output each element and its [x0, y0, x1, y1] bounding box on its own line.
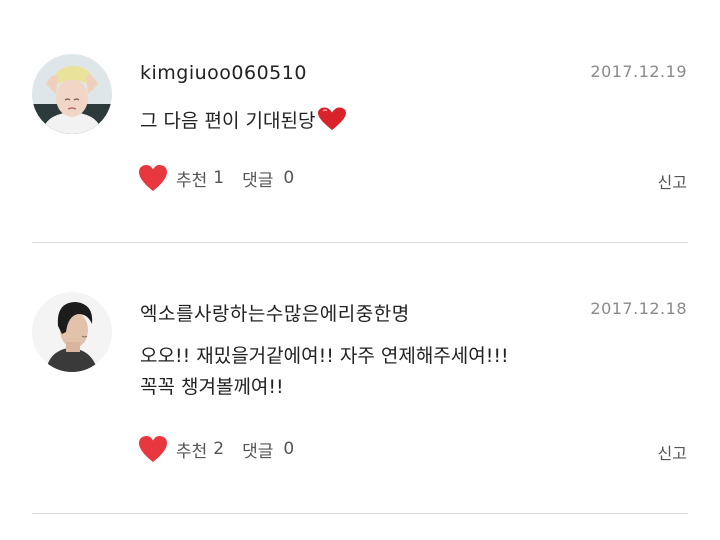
like-count: 1 [213, 168, 225, 188]
comment-username[interactable]: kimgiuoo060510 [140, 62, 307, 84]
heart-emoji-icon [317, 107, 347, 141]
comment-list: kimgiuoo060510 2017.12.19 그 다음 편이 기대된당 추… [0, 0, 720, 540]
comment-actions: 추천 2 댓글 0 [138, 434, 294, 464]
comment-body-line: 그 다음 편이 기대된당 [140, 106, 347, 141]
comment-body-line: 꼭꼭 챙겨볼께여!! [140, 376, 284, 398]
like-button[interactable]: 추천 2 [138, 435, 242, 463]
heart-icon [139, 436, 167, 462]
comment-date: 2017.12.19 [590, 62, 687, 81]
like-label: 추천 [176, 441, 208, 462]
reply-label: 댓글 [242, 170, 274, 191]
like-label: 추천 [176, 170, 208, 191]
comment-body: 오오!! 재밌을거같에여!! 자주 연제해주세여!!! 꼭꼭 챙겨볼께여!! [140, 341, 509, 403]
avatar-image [32, 54, 112, 134]
reply-count: 0 [283, 168, 295, 188]
comment-item: 엑소를사랑하는수많은에리중한명 2017.12.18 오오!! 재밌을거같에여!… [0, 243, 720, 515]
reply-button[interactable]: 댓글 0 [242, 437, 294, 462]
avatar-image [32, 292, 112, 372]
reply-button[interactable]: 댓글 0 [242, 166, 294, 191]
comment-body: 그 다음 편이 기대된당 [140, 106, 347, 141]
like-button[interactable]: 추천 1 [138, 164, 242, 192]
report-button[interactable]: 신고 [658, 169, 687, 193]
heart-icon [139, 165, 167, 191]
avatar[interactable] [32, 292, 112, 372]
comment-actions: 추천 1 댓글 0 [138, 163, 294, 193]
divider [32, 513, 688, 514]
comment-username[interactable]: 엑소를사랑하는수많은에리중한명 [140, 299, 410, 326]
comment-item: kimgiuoo060510 2017.12.19 그 다음 편이 기대된당 추… [0, 0, 720, 243]
reply-count: 0 [283, 439, 295, 459]
comment-body-text: 그 다음 편이 기대된당 [140, 110, 316, 132]
report-button[interactable]: 신고 [658, 440, 687, 464]
comment-date: 2017.12.18 [590, 299, 687, 318]
reply-label: 댓글 [242, 441, 274, 462]
like-count: 2 [213, 439, 225, 459]
avatar[interactable] [32, 54, 112, 134]
comment-body-line: 오오!! 재밌을거같에여!! 자주 연제해주세여!!! [140, 345, 509, 367]
